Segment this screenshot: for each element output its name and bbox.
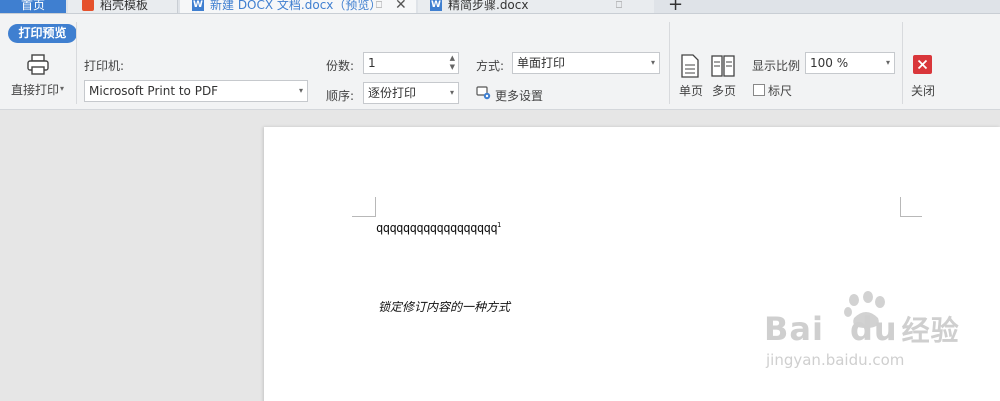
- zoom-select[interactable]: 100 % ▾: [805, 52, 895, 74]
- baidu-brand-part: du: [849, 310, 898, 348]
- copies-stepper[interactable]: 1 ▲ ▼: [363, 52, 459, 74]
- document-text: qqqqqqqqqqqqqqqqqq: [376, 221, 498, 235]
- multi-page-icon[interactable]: [711, 54, 735, 81]
- baidu-brand-part: Bai: [764, 310, 824, 348]
- divider: [76, 22, 77, 104]
- mode-select[interactable]: 单面打印 ▾: [512, 52, 660, 74]
- single-page-icon[interactable]: [680, 54, 700, 81]
- pin-icon[interactable]: ⎕: [616, 0, 622, 11]
- settings-icon[interactable]: [476, 86, 492, 103]
- stepper-arrows-icon[interactable]: ▲ ▼: [450, 54, 455, 72]
- print-preview-toolbar: 打印预览 直接打印 ▾ 打印机: Microsoft Print to PDF …: [0, 14, 1000, 110]
- multi-page-button[interactable]: 多页: [712, 82, 736, 99]
- mode-value: 单面打印: [517, 56, 566, 70]
- tab-bar: 首页 稻壳模板 W 新建 DOCX 文档.docx（预览） ⎕ ✕ W 精简步骤…: [0, 0, 1000, 14]
- order-select[interactable]: 逐份打印 ▾: [363, 82, 459, 104]
- word-doc-icon: W: [192, 0, 204, 11]
- document-text-line: 锁定修订内容的一种方式: [378, 300, 511, 314]
- direct-print-button[interactable]: 直接打印: [11, 81, 59, 98]
- zoom-value: 100 %: [810, 56, 849, 70]
- document-text-line: qqqqqqqqqqqqqqqqqq1: [376, 221, 501, 235]
- baidu-url: jingyan.baidu.com: [766, 351, 905, 369]
- close-preview-icon[interactable]: [913, 55, 932, 77]
- more-settings-button[interactable]: 更多设置: [495, 87, 543, 104]
- tab-doc-preview-label: 新建 DOCX 文档.docx（预览）: [210, 0, 382, 12]
- divider: [902, 22, 903, 104]
- direct-print-dropdown-icon[interactable]: ▾: [60, 84, 64, 93]
- tab-doc-preview[interactable]: W 新建 DOCX 文档.docx（预览） ⎕ ✕: [180, 0, 416, 13]
- docer-icon: [82, 0, 94, 11]
- mode-label: 方式:: [476, 59, 505, 73]
- close-tab-icon[interactable]: ✕: [395, 0, 407, 13]
- tab-templates[interactable]: 稻壳模板: [68, 0, 178, 13]
- preview-area[interactable]: qqqqqqqqqqqqqqqqqq1 锁定修订内容的一种方式 Bai du 经验 …: [0, 111, 1000, 401]
- printer-label: 打印机:: [84, 59, 125, 73]
- print-preview-tab[interactable]: 打印预览: [8, 24, 77, 43]
- new-tab-button[interactable]: +: [668, 0, 683, 13]
- order-label: 顺序:: [326, 89, 355, 103]
- chevron-down-icon: ▾: [449, 88, 454, 97]
- printer-select[interactable]: Microsoft Print to PDF ▾: [84, 80, 308, 102]
- tab-home[interactable]: 首页: [0, 0, 66, 13]
- word-doc-icon: W: [430, 0, 442, 11]
- copies-label: 份数:: [326, 59, 355, 73]
- tab-doc-steps-label: 精简步骤.docx: [448, 0, 529, 12]
- chevron-down-icon: ▾: [885, 58, 890, 67]
- printer-icon[interactable]: [26, 54, 50, 79]
- zoom-label: 显示比例: [752, 59, 801, 73]
- chevron-down-icon: ▾: [298, 86, 303, 95]
- footnote-mark: 1: [497, 221, 501, 229]
- pin-icon[interactable]: ⎕: [376, 0, 382, 11]
- margin-corner-top-right: [900, 197, 922, 217]
- chevron-down-icon: ▾: [650, 58, 655, 67]
- tab-doc-steps[interactable]: W 精简步骤.docx ⎕: [418, 0, 654, 13]
- ruler-checkbox[interactable]: [753, 84, 765, 96]
- baidu-brand-cn: 经验: [901, 314, 960, 347]
- ruler-label: 标尺: [768, 84, 793, 98]
- baidu-brand-text: Bai du 经验: [764, 309, 960, 349]
- single-page-button[interactable]: 单页: [679, 82, 703, 99]
- close-preview-button[interactable]: 关闭: [911, 82, 935, 99]
- copies-value: 1: [368, 56, 376, 70]
- printer-value: Microsoft Print to PDF: [89, 84, 219, 98]
- tab-home-label: 首页: [20, 0, 45, 12]
- tab-templates-label: 稻壳模板: [100, 0, 149, 12]
- margin-corner-top-left: [352, 197, 376, 217]
- divider: [669, 22, 670, 104]
- order-value: 逐份打印: [368, 86, 417, 100]
